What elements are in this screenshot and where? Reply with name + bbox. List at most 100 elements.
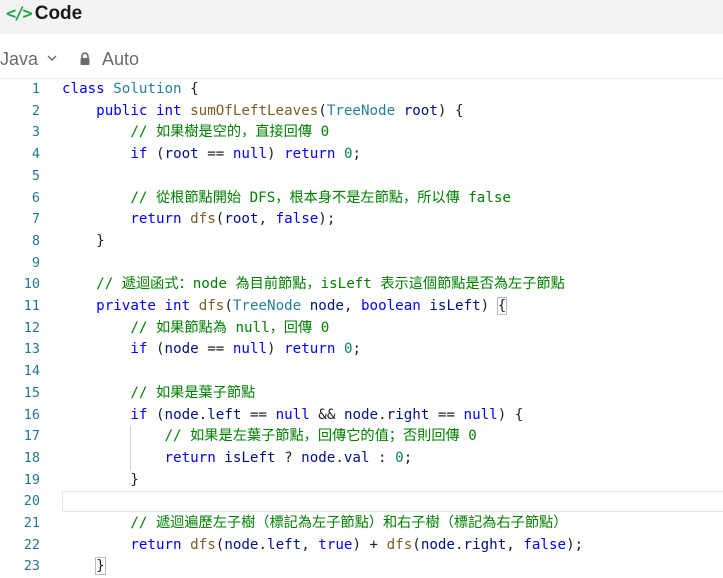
code-token: {	[181, 81, 199, 97]
code-token: dfs	[190, 536, 216, 553]
line-number: 1	[31, 81, 40, 97]
code-token: .	[198, 406, 208, 423]
code-line[interactable]: 5	[0, 166, 723, 188]
code-token: left	[207, 406, 242, 423]
code-token: Solution	[113, 81, 182, 97]
code-token: ,	[258, 211, 276, 228]
line-number: 21	[23, 515, 40, 531]
code-text: return isLeft ? node.val : 0;	[62, 448, 413, 470]
code-token: // 從根節點開始 DFS，根本身不是左節點，所以傳 false	[130, 189, 511, 206]
code-line[interactable]: 2 public int sumOfLeftLeaves(TreeNode ro…	[0, 101, 723, 123]
code-line[interactable]: 20	[0, 491, 723, 513]
code-token: ?	[275, 449, 302, 466]
code-token: val	[343, 449, 370, 466]
code-icon: </>	[6, 4, 33, 24]
line-number: 13	[23, 341, 40, 358]
code-line[interactable]: 7 return dfs(root, false);	[0, 209, 723, 231]
code-token: }	[95, 557, 106, 576]
code-token: )	[267, 146, 285, 163]
language-selector[interactable]: Java	[0, 49, 57, 70]
code-token: null	[232, 341, 268, 358]
code-token: ==	[198, 146, 233, 163]
code-text: public int sumOfLeftLeaves(TreeNode root…	[62, 101, 463, 123]
code-token: null	[463, 406, 498, 423]
line-number: 2	[31, 102, 40, 119]
code-token: {	[496, 297, 508, 315]
code-token: dfs	[190, 211, 216, 228]
line-number: 15	[23, 384, 40, 401]
code-line[interactable]: 3 // 如果樹是空的，直接回傳 0	[0, 122, 723, 144]
line-number: 11	[23, 298, 40, 314]
code-text: // 如果是左葉子節點，回傳它的值；否則回傳 0	[62, 426, 477, 448]
code-line[interactable]: 9	[0, 253, 723, 275]
line-number: 4	[31, 146, 40, 163]
code-token: sumOfLeftLeaves	[190, 102, 319, 119]
code-token: node	[224, 536, 259, 553]
code-token: (	[147, 341, 165, 358]
line-number: 9	[31, 254, 40, 271]
code-token: )	[480, 298, 498, 314]
code-token: null	[275, 406, 310, 423]
code-token: node	[301, 449, 336, 466]
code-token: root	[164, 146, 199, 163]
code-token: node	[420, 536, 455, 553]
code-token: (	[412, 536, 421, 553]
line-number: 6	[31, 189, 40, 206]
code-line[interactable]: 15 // 如果是葉子節點	[0, 383, 723, 405]
code-text: return dfs(node.left, true) + dfs(node.r…	[62, 535, 583, 557]
code-token: null	[232, 146, 268, 163]
code-line[interactable]: 16 if (node.left == null && node.right =…	[0, 405, 723, 427]
language-label: Java	[0, 48, 39, 69]
code-line[interactable]: 8 }	[0, 231, 723, 253]
code-token: public	[96, 102, 148, 119]
code-line[interactable]: 10 // 遞迴函式：node 為目前節點，isLeft 表示這個節點是否為左子…	[0, 274, 723, 296]
code-token: dfs	[198, 298, 225, 314]
code-token: return	[130, 536, 182, 553]
code-token: ) +	[352, 536, 387, 553]
code-token: );	[318, 211, 336, 228]
line-number: 19	[23, 471, 40, 488]
code-line[interactable]: 17 // 如果是左葉子節點，回傳它的值；否則回傳 0	[0, 426, 723, 448]
code-text: class Solution {	[62, 79, 199, 101]
code-token: node	[164, 406, 199, 423]
code-line[interactable]: 1 class Solution {	[0, 79, 723, 101]
code-text: // 如果節點為 null，回傳 0	[62, 318, 329, 340]
code-line[interactable]: 21 // 遞迴遍歷左子樹（標記為左子節點）和右子樹（標記為右子節點）	[0, 513, 723, 535]
code-line[interactable]: 14	[0, 361, 723, 383]
code-token: .	[378, 406, 387, 423]
code-line[interactable]: 11 private int dfs(TreeNode node, boolea…	[0, 296, 723, 318]
code-token: isLeft	[429, 298, 481, 314]
code-token: return	[284, 146, 336, 163]
code-line[interactable]: 13 if (node == null) return 0;	[0, 339, 723, 361]
code-text: return dfs(root, false);	[62, 209, 335, 231]
code-line[interactable]: 4 if (root == null) return 0;	[0, 144, 723, 166]
code-token: int	[155, 102, 182, 119]
code-token: .	[335, 449, 344, 466]
code-line[interactable]: 23 }	[0, 556, 723, 578]
code-line[interactable]: 19 }	[0, 470, 723, 492]
code-token: }	[62, 232, 105, 249]
code-token: ) {	[497, 406, 524, 423]
code-token: // 如果是葉子節點	[130, 384, 256, 401]
auto-mode-indicator[interactable]: Auto	[79, 49, 139, 70]
panel-title: </> Code	[6, 3, 82, 25]
code-line[interactable]: 18 return isLeft ? node.val : 0;	[0, 448, 723, 470]
code-line[interactable]: 22 return dfs(node.left, true) + dfs(nod…	[0, 535, 723, 557]
code-token: if	[130, 146, 148, 163]
code-line[interactable]: 12 // 如果節點為 null，回傳 0	[0, 318, 723, 340]
code-token: &&	[309, 406, 344, 423]
code-editor[interactable]: 1 class Solution {2 public int sumOfLeftL…	[0, 78, 723, 576]
line-number: 16	[23, 406, 40, 423]
current-line-highlight	[62, 491, 723, 513]
code-line[interactable]: 6 // 從根節點開始 DFS，根本身不是左節點，所以傳 false	[0, 188, 723, 210]
